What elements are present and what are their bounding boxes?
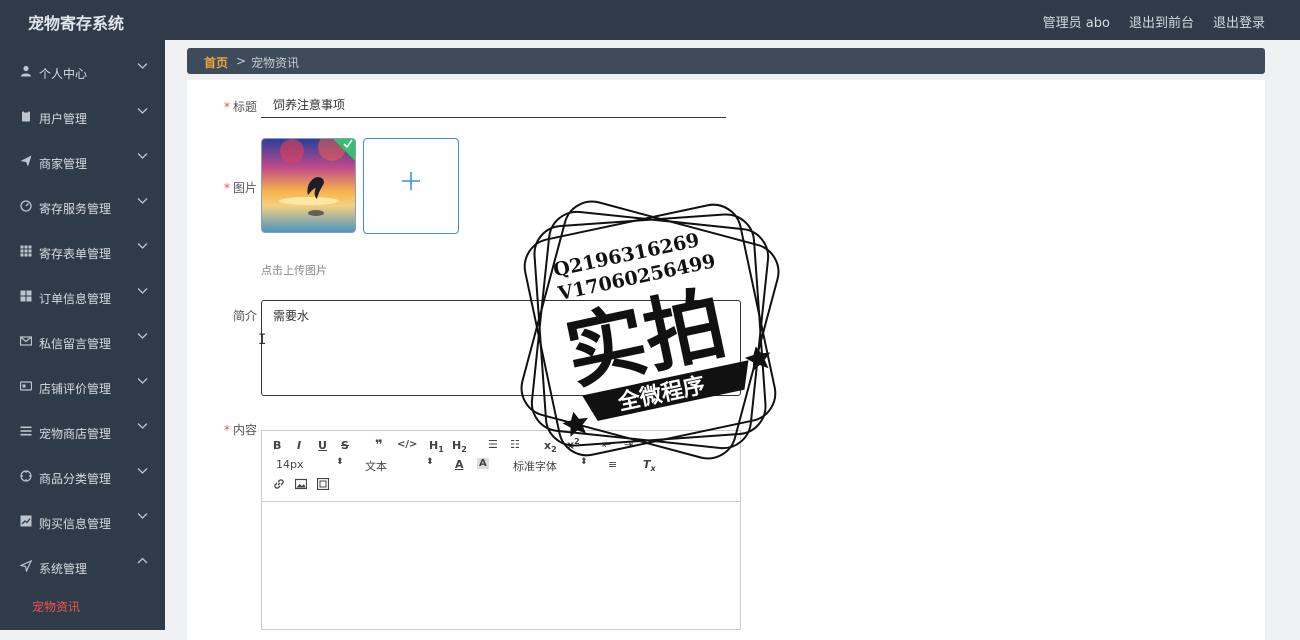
- dashboard-icon: [19, 200, 32, 213]
- top-links: 管理员 abo 退出到前台 退出登录: [1043, 12, 1265, 31]
- list-icon: [19, 425, 32, 438]
- mail-icon: [19, 335, 32, 348]
- sidebar-subitem-pet-news[interactable]: 宠物资讯: [32, 598, 80, 615]
- sidebar-item-label: 系统管理: [39, 562, 88, 576]
- ordered-list-icon[interactable]: ☰: [488, 438, 498, 451]
- sidebar-item-storage-form[interactable]: 寄存表单管理: [0, 230, 165, 275]
- image-icon[interactable]: [294, 478, 308, 493]
- chart-icon: [19, 515, 32, 528]
- font-size-select-arrow-icon: ⬍: [336, 457, 344, 467]
- sidebar-item-label: 购买信息管理: [39, 517, 112, 531]
- title-label: * 标题: [223, 100, 257, 114]
- sidebar-item-purchase-info[interactable]: 购买信息管理: [0, 500, 165, 545]
- text-style-select[interactable]: 文本: [365, 458, 387, 474]
- exit-to-front-link[interactable]: 退出到前台: [1129, 12, 1194, 31]
- intro-label: 简介: [232, 309, 257, 323]
- text-cursor-icon: I: [258, 332, 267, 348]
- chevron-down-icon: [137, 62, 148, 73]
- card-icon: [19, 380, 32, 393]
- plus-icon: [401, 169, 421, 197]
- strikethrough-icon[interactable]: S: [341, 439, 349, 452]
- link-icon[interactable]: [273, 478, 285, 493]
- sidebar-item-label: 寄存表单管理: [39, 247, 112, 261]
- send-icon: [18, 559, 32, 573]
- sidebar-item-merchant-management[interactable]: 商家管理: [0, 140, 165, 185]
- chevron-down-icon: [137, 197, 148, 208]
- heading2-icon[interactable]: H2: [452, 439, 467, 454]
- apps-icon: [19, 290, 32, 303]
- user-icon: [19, 65, 32, 78]
- watermark-stamp: Q2196316269 V17060256499 实拍 全微程序: [520, 200, 780, 460]
- sidebar-item-label: 订单信息管理: [39, 292, 112, 306]
- sidebar-item-label: 商品分类管理: [39, 472, 112, 486]
- chevron-down-icon: [137, 287, 148, 298]
- title-input[interactable]: [261, 92, 726, 118]
- chevron-down-icon: [137, 512, 148, 523]
- clipboard-icon: [19, 110, 32, 123]
- sidebar-item-label: 个人中心: [39, 67, 88, 81]
- background-color-icon[interactable]: A: [477, 458, 489, 469]
- breadcrumb-separator: >: [236, 54, 247, 68]
- grid-icon: [19, 245, 32, 258]
- sidebar-item-label: 宠物商店管理: [39, 427, 112, 441]
- sidebar-item-order-info[interactable]: 订单信息管理: [0, 275, 165, 320]
- sidebar-item-private-message[interactable]: 私信留言管理: [0, 320, 165, 365]
- app-title: 宠物寄存系统: [28, 14, 125, 33]
- italic-icon[interactable]: I: [297, 439, 301, 452]
- underline-icon[interactable]: U: [318, 439, 327, 452]
- check-icon: [343, 139, 353, 151]
- breadcrumb-home-link[interactable]: 首页: [204, 54, 228, 71]
- admin-user-link[interactable]: 管理员 abo: [1043, 12, 1110, 31]
- sidebar-item-label: 私信留言管理: [39, 337, 112, 351]
- dolphin-sunset-image: [262, 139, 355, 232]
- sidebar-item-label: 店铺评价管理: [39, 382, 112, 396]
- font-color-icon[interactable]: A: [455, 458, 464, 471]
- font-size-select[interactable]: 14px: [276, 458, 304, 471]
- sidebar-item-user-management[interactable]: 用户管理: [0, 95, 165, 140]
- sidebar-item-storage-service[interactable]: 寄存服务管理: [0, 185, 165, 230]
- heading1-icon[interactable]: H1: [429, 439, 444, 454]
- sidebar-item-label: 寄存服务管理: [39, 202, 112, 216]
- sidebar-item-system-management[interactable]: 系统管理: [0, 545, 165, 590]
- content-label: * 内容: [223, 423, 257, 437]
- image-upload-button[interactable]: [363, 138, 459, 234]
- image-label: * 图片: [223, 181, 257, 195]
- paper-plane-icon: [19, 155, 32, 168]
- chevron-down-icon: [137, 467, 148, 478]
- chevron-down-icon: [137, 107, 148, 118]
- compass-icon: [19, 470, 32, 483]
- chevron-down-icon: [137, 152, 148, 163]
- sidebar-item-label: 商家管理: [39, 157, 88, 171]
- sidebar: 个人中心 用户管理 商家管理 寄存服务管理 寄存表单管理 订单信息管理 私信留言…: [0, 40, 165, 630]
- video-icon[interactable]: [316, 477, 330, 493]
- code-icon[interactable]: </>: [397, 439, 417, 450]
- chevron-down-icon: [137, 332, 148, 343]
- upload-hint: 点击上传图片: [261, 264, 327, 277]
- chevron-down-icon: [137, 422, 148, 433]
- top-bar: 宠物寄存系统 管理员 abo 退出到前台 退出登录: [0, 0, 1300, 40]
- breadcrumb-current: 宠物资讯: [251, 56, 300, 70]
- chevron-down-icon: [137, 377, 148, 388]
- chevron-up-icon: [137, 557, 148, 568]
- sidebar-item-shop-review[interactable]: 店铺评价管理: [0, 365, 165, 410]
- logout-link[interactable]: 退出登录: [1213, 12, 1265, 31]
- sidebar-item-label: 用户管理: [39, 112, 88, 126]
- sidebar-item-product-category[interactable]: 商品分类管理: [0, 455, 165, 500]
- sidebar-item-personal-center[interactable]: 个人中心: [0, 50, 165, 95]
- blockquote-icon[interactable]: ❞: [375, 438, 383, 453]
- uploaded-image-thumbnail[interactable]: [261, 138, 356, 233]
- bold-icon[interactable]: B: [273, 439, 281, 452]
- text-style-select-arrow-icon: ⬍: [426, 457, 434, 467]
- breadcrumb: 首页 > 宠物资讯: [187, 48, 1265, 74]
- chevron-down-icon: [137, 242, 148, 253]
- sidebar-item-pet-shop[interactable]: 宠物商店管理: [0, 410, 165, 455]
